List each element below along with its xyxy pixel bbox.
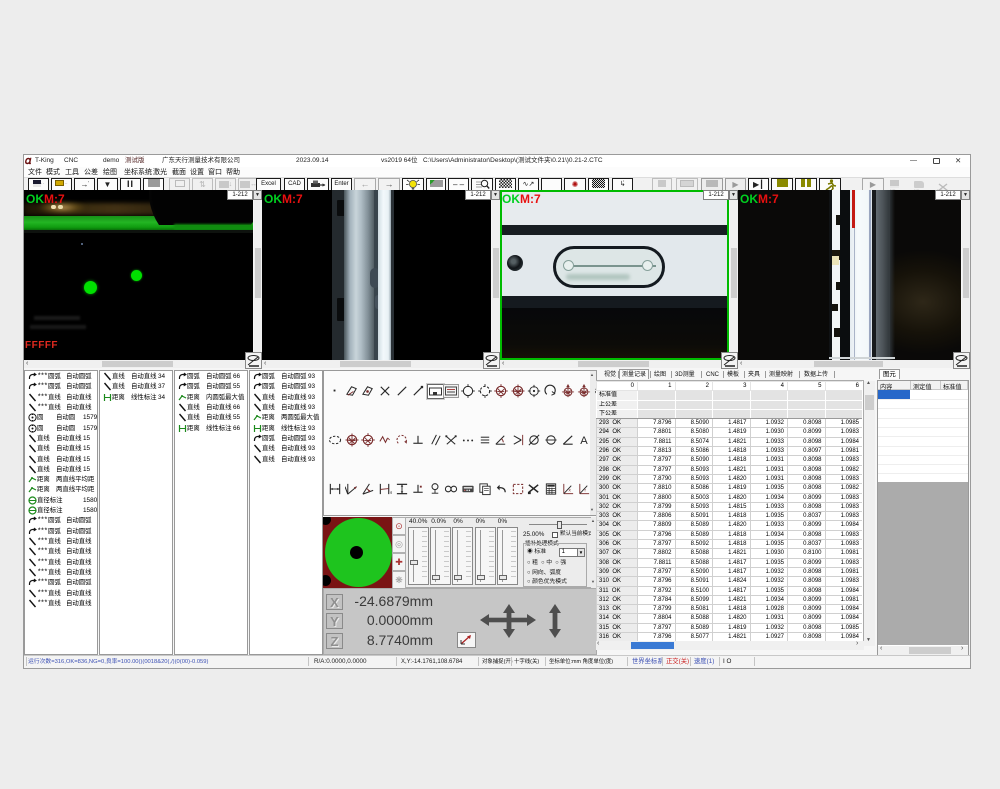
svg-text:A: A bbox=[580, 435, 588, 447]
svg-text:s: s bbox=[390, 490, 392, 495]
svg-text:r: r bbox=[585, 487, 587, 492]
svg-text:x: x bbox=[568, 487, 571, 492]
